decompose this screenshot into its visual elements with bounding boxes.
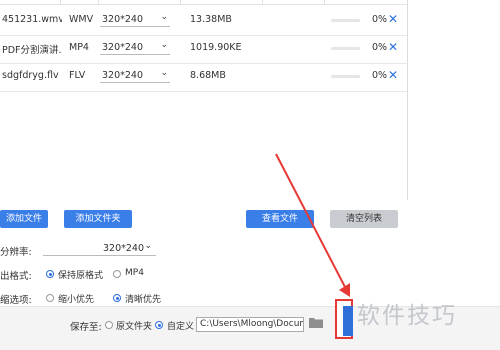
resolution-select[interactable]: 320*240 ⌄ <box>100 69 170 83</box>
resolution-value: 320*240 <box>102 70 144 81</box>
radio-size-priority[interactable] <box>46 294 54 302</box>
add-file-button[interactable]: 添加文件 <box>0 210 48 228</box>
file-format: MP4 <box>69 42 89 53</box>
progress-percent: 0% <box>372 70 388 81</box>
resolution-select[interactable]: 320*240 ⌄ <box>100 13 170 27</box>
folder-icon[interactable] <box>309 317 323 328</box>
resolution-label: 分辨率: <box>0 247 32 258</box>
progress-percent: 0% <box>372 42 388 53</box>
table-row[interactable]: sdgfdryg.flv FLV 320*240 ⌄ 8.68MB 0% ✕ <box>0 61 408 92</box>
file-name: sdgfdryg.flv <box>2 70 59 81</box>
file-list: 451231.wmv WMV 320*240 ⌄ 13.38MB 0% ✕ PD… <box>0 0 408 200</box>
add-folder-button[interactable]: 添加文件夹 <box>64 210 132 228</box>
file-name: 451231.wmv <box>2 14 62 25</box>
radio-mp4[interactable] <box>113 270 121 278</box>
file-format: WMV <box>69 14 94 25</box>
converter-window: 451231.wmv WMV 320*240 ⌄ 13.38MB 0% ✕ PD… <box>0 0 500 350</box>
output-format-label: 出格式: <box>0 271 32 282</box>
progress-percent: 0% <box>372 14 388 25</box>
resolution-value: 320*240 <box>103 243 145 254</box>
radio-clarity-priority[interactable] <box>113 294 121 302</box>
close-icon[interactable]: ✕ <box>388 40 398 54</box>
radio-mp4-label: MP4 <box>125 268 144 278</box>
chevron-down-icon: ⌄ <box>160 41 168 50</box>
radio-clarity-priority-label: 清晰优先 <box>125 295 162 305</box>
compress-label: 缩选项: <box>0 295 32 306</box>
progress-bar <box>331 19 360 22</box>
radio-keep-format[interactable] <box>46 270 54 278</box>
watermark: 软件技巧 <box>357 303 457 329</box>
start-convert-button[interactable] <box>343 306 353 336</box>
view-file-button[interactable]: 查看文件 <box>246 210 314 228</box>
file-format: FLV <box>69 70 86 81</box>
table-row[interactable]: 451231.wmv WMV 320*240 ⌄ 13.38MB 0% ✕ <box>0 5 408 36</box>
file-name: PDF分割演讲... <box>2 45 62 56</box>
chevron-down-icon: ⌄ <box>160 13 168 22</box>
radio-size-priority-label: 缩小优先 <box>58 295 95 305</box>
table-row[interactable]: PDF分割演讲... MP4 320*240 ⌄ 1019.90KE 0% ✕ <box>0 33 408 64</box>
radio-custom-folder-label: 自定义 <box>167 322 195 332</box>
radio-keep-format-label: 保持原格式 <box>58 271 104 281</box>
close-icon[interactable]: ✕ <box>388 68 398 82</box>
radio-custom-folder[interactable] <box>155 321 163 329</box>
resolution-select[interactable]: 320*240 ⌄ <box>100 41 170 55</box>
progress-bar <box>331 75 360 78</box>
radio-original-folder-label: 原文件夹 <box>116 322 153 332</box>
radio-original-folder[interactable] <box>105 321 113 329</box>
chevron-down-icon: ⌄ <box>144 241 152 251</box>
progress-bar <box>331 47 360 50</box>
clear-list-button[interactable]: 清空列表 <box>330 210 398 228</box>
close-icon[interactable]: ✕ <box>388 12 398 26</box>
file-size: 1019.90KE <box>190 42 242 53</box>
resolution-value: 320*240 <box>102 42 144 53</box>
file-size: 8.68MB <box>190 70 226 81</box>
global-resolution-select[interactable]: 320*240 ⌄ <box>43 241 156 256</box>
save-to-label: 保存至: <box>70 322 102 333</box>
file-size: 13.38MB <box>190 14 232 25</box>
chevron-down-icon: ⌄ <box>160 69 168 78</box>
save-path-input[interactable]: C:\Users\Mloong\Docume <box>196 317 304 332</box>
resolution-value: 320*240 <box>102 14 144 25</box>
